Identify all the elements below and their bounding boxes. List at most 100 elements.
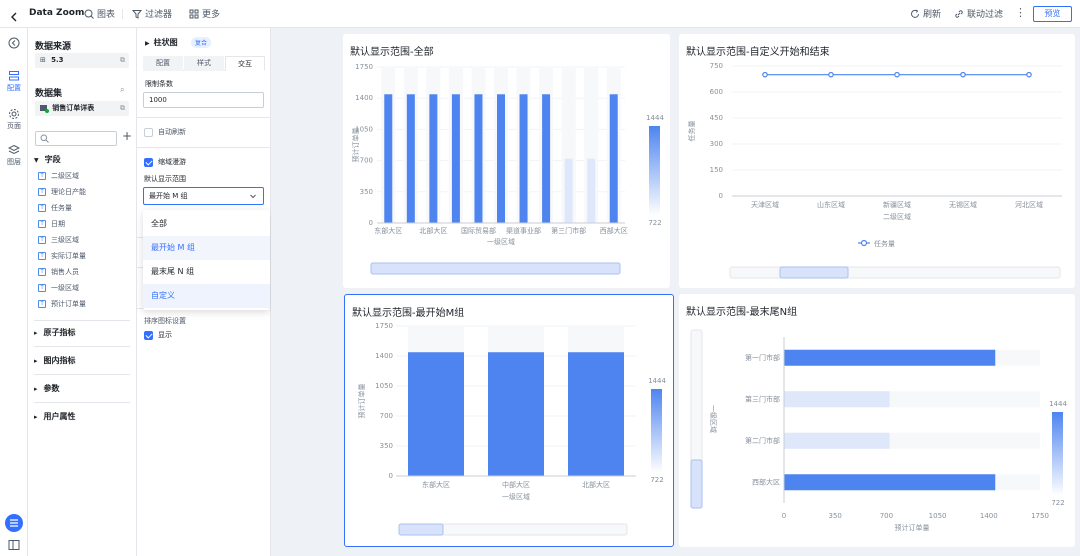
x-tick-label: 1750 (1031, 512, 1049, 520)
data-point (828, 71, 834, 78)
bar (784, 474, 996, 491)
more-vertical-icon[interactable]: ⋮ (1015, 6, 1026, 19)
more-button[interactable]: 更多 (189, 0, 220, 28)
y-axis-label: 预计订单量 (351, 128, 360, 163)
auto-refresh-checkbox[interactable]: 自动刷新 (144, 127, 186, 137)
chart-button[interactable]: 图表 (84, 0, 115, 28)
chart-card-last-n[interactable]: 默认显示范围-最末尾N组 0 350 700 1050 1400 1750 预计订单量 第一门… (679, 294, 1075, 547)
datazoom-handle (690, 459, 703, 509)
back-icon[interactable] (8, 8, 20, 22)
field-item[interactable]: T 任务量 (38, 203, 72, 213)
preview-button[interactable]: 预览 (1033, 6, 1072, 22)
text-field-icon: T (38, 220, 46, 228)
range-option-first-m[interactable]: 最开始 M 组 (143, 236, 270, 260)
drill-box (144, 157, 153, 167)
dataset-selector[interactable]: 销售订单详表 ⧉ (35, 101, 129, 116)
tab-config[interactable]: 配置 (143, 56, 183, 71)
x-tick-label: 0 (782, 512, 786, 520)
limit-value: 1000 (149, 96, 167, 104)
rail-config-label: 配置 (7, 84, 21, 92)
field-item[interactable]: T 预计订单量 (38, 299, 86, 309)
tab-style[interactable]: 样式 (184, 56, 224, 71)
text-field-icon: T (38, 188, 46, 196)
x-axis-label: 预计订单量 (895, 523, 930, 532)
data-point (894, 71, 900, 78)
field-item[interactable]: T 二级区域 (38, 171, 79, 181)
y-tick-label: 1400 (375, 352, 393, 360)
refresh-button[interactable]: 刷新 (910, 0, 941, 28)
rail-config[interactable]: 配置 (0, 70, 28, 93)
drill-checkbox[interactable]: 缩域漫游 (144, 157, 186, 167)
chart-card-first-m[interactable]: 默认显示范围-最开始M组 0 350 700 1050 1400 1750 预计订单量 东部大… (344, 294, 674, 547)
range-option-last-n[interactable]: 最末尾 N 组 (143, 260, 270, 284)
chart-search-icon (84, 9, 94, 19)
panel-toggle-button[interactable] (8, 536, 20, 550)
dataset-copy-icon[interactable]: ⧉ (120, 101, 125, 116)
field-label: 日期 (51, 220, 65, 228)
section-atomic-metrics[interactable]: 原子指标 (34, 327, 76, 338)
chart-type-toggle[interactable]: ▶ 柱状图 (145, 37, 178, 48)
section-chart-metrics[interactable]: 图内指标 (34, 355, 76, 366)
auto-refresh-label: 自动刷新 (158, 128, 186, 136)
config-tabs: 配置 样式 交互 (143, 56, 265, 71)
refresh-icon (911, 9, 919, 18)
visual-map-min-label: 722 (650, 476, 663, 484)
y-tick-label: 300 (710, 140, 723, 148)
fields-section[interactable]: ▼ 字段 (34, 154, 61, 165)
y-tick-label: 第二门市部 (745, 436, 780, 445)
section-params[interactable]: 参数 (34, 383, 60, 394)
field-item[interactable]: T 实际订单量 (38, 251, 86, 261)
field-search-input[interactable] (35, 131, 117, 146)
chart-card-custom[interactable]: 默认显示范围-自定义开始和结束 0 150 300 450 600 750 任务量 天津区域山… (679, 34, 1075, 288)
chart-card-all[interactable]: 默认显示范围-全部 0 350 700 1050 1400 1750 预计订单量 东部大区 北部… (343, 34, 670, 288)
list-icon (10, 519, 18, 527)
field-item[interactable]: T 日期 (38, 219, 65, 229)
y-tick-label: 350 (380, 442, 393, 450)
y-tick-label: 350 (360, 188, 373, 196)
fields-title: 字段 (44, 155, 61, 164)
x-tick-label: 无锡区域 (949, 200, 977, 209)
data-point (1026, 71, 1032, 78)
x-tick-label: 天津区域 (751, 200, 779, 209)
field-label: 实际订单量 (51, 252, 86, 260)
text-field-icon: T (38, 300, 46, 308)
copy-icon[interactable]: ⧉ (120, 53, 125, 68)
linkage-filter-button[interactable]: 联动过滤 (954, 0, 1003, 28)
source-selector[interactable]: ⊞ 5.3 ⧉ (35, 53, 129, 68)
filter-button[interactable]: 过滤器 (132, 0, 172, 28)
caret-down-icon: ▼ (34, 157, 39, 164)
collapse-button[interactable] (0, 37, 28, 50)
range-option-all[interactable]: 全部 (143, 212, 270, 236)
visual-map-min-label: 722 (648, 219, 661, 227)
datazoom-handle (370, 262, 621, 275)
line-chart-custom: 0150300450600750任务量天津区域 山东区域 新疆区域 无锡区域 河北区域二… (687, 62, 1062, 279)
bar (568, 352, 624, 476)
outline-button[interactable] (5, 514, 23, 532)
sort-icon-label: 排序图标设置 (144, 317, 186, 325)
range-option-custom[interactable]: 自定义 (143, 284, 270, 308)
field-item[interactable]: T 一级区域 (38, 283, 79, 293)
field-item[interactable]: T 理论日产能 (38, 187, 86, 197)
bar (784, 391, 890, 408)
x-tick-label: 1400 (980, 512, 998, 520)
chart-type-tag: 复合 (191, 37, 212, 48)
limit-input[interactable]: 1000 (143, 92, 264, 108)
y-tick-label: 第三门市部 (745, 394, 780, 403)
filter-button-label: 过滤器 (145, 10, 173, 20)
show-checkbox[interactable]: 显示 (144, 330, 172, 340)
field-item[interactable]: T 三级区域 (38, 235, 79, 245)
field-item[interactable]: T 销售人员 (38, 267, 79, 277)
section-user-attrs[interactable]: 用户属性 (34, 411, 76, 422)
y-tick-label: 750 (710, 62, 723, 70)
rail-page-label: 页面 (7, 122, 21, 130)
bar-chart-all: 0350700105014001750预计订单量东部大区 北部大区 国际贸易部 渠道事… (351, 63, 664, 275)
rail-page[interactable]: 页面 (0, 108, 28, 131)
config-icon (9, 71, 19, 81)
range-select[interactable]: 最开始 M 组 (143, 187, 264, 205)
rail-layer[interactable]: 图层 (0, 144, 28, 167)
layers-icon (8, 144, 20, 155)
tab-interaction[interactable]: 交互 (225, 56, 265, 71)
dataset-search-icon[interactable]: ⌕ (120, 85, 124, 95)
bar (429, 94, 438, 223)
add-field-icon[interactable]: + (122, 129, 132, 143)
